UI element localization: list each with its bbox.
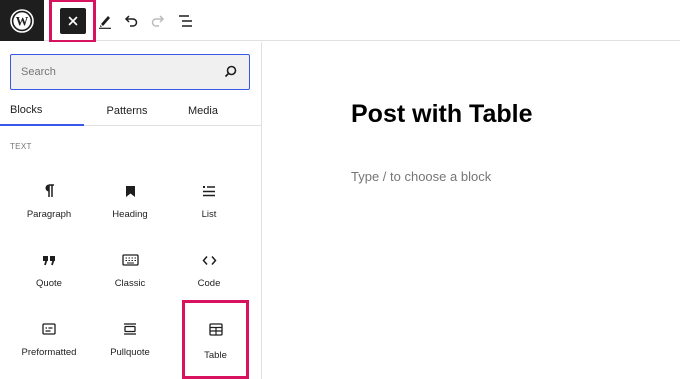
block-quote[interactable]: Quote [11, 241, 87, 301]
category-heading-text: TEXT [10, 142, 32, 151]
keyboard-icon [121, 254, 139, 266]
wordpress-logo-icon: W [10, 8, 34, 33]
editor-top-toolbar: W [0, 0, 680, 43]
undo-icon [124, 14, 138, 27]
search-box [10, 54, 250, 90]
editor-canvas: Post with Table Type / to choose a block [263, 42, 680, 379]
pencil-icon [99, 15, 111, 29]
block-label: Heading [112, 209, 148, 220]
close-inserter-button[interactable] [59, 8, 86, 34]
block-label: Classic [114, 278, 146, 289]
block-table[interactable]: Table [182, 300, 249, 379]
block-classic[interactable]: Classic [92, 241, 168, 301]
block-list[interactable]: List [171, 172, 247, 232]
svg-text:W: W [16, 14, 29, 28]
document-overview-button[interactable] [176, 0, 196, 41]
block-label: Table [204, 350, 227, 361]
block-inserter-panel: Blocks Patterns Media TEXT Paragraph Hea… [0, 42, 262, 379]
block-label: Preformatted [21, 347, 77, 358]
post-title[interactable]: Post with Table [351, 100, 533, 129]
block-pullquote[interactable]: Pullquote [92, 310, 168, 370]
block-label: Quote [36, 278, 62, 289]
block-label: Pullquote [110, 347, 150, 358]
pullquote-icon [124, 323, 136, 335]
wordpress-logo-button[interactable]: W [0, 0, 44, 41]
heading-icon [125, 185, 135, 197]
document-overview-icon [179, 14, 192, 27]
close-icon [68, 16, 77, 26]
tab-label: Media [188, 105, 218, 117]
list-icon [203, 186, 215, 197]
tab-label: Patterns [106, 105, 148, 117]
block-code[interactable]: Code [171, 241, 247, 301]
block-placeholder[interactable]: Type / to choose a block [351, 169, 491, 184]
code-icon [202, 255, 216, 265]
block-label: Code [197, 278, 221, 289]
redo-icon [151, 14, 165, 27]
undo-button[interactable] [122, 0, 140, 41]
block-label: List [201, 209, 217, 220]
tab-patterns[interactable]: Patterns [84, 96, 170, 126]
block-preformatted[interactable]: Preformatted [11, 310, 87, 370]
preformatted-icon [42, 323, 56, 335]
redo-button[interactable] [149, 0, 167, 41]
table-icon [208, 322, 223, 336]
tools-button[interactable] [96, 0, 114, 41]
search-input[interactable] [11, 55, 217, 88]
tab-blocks[interactable]: Blocks [0, 96, 84, 126]
block-label: Paragraph [26, 209, 72, 220]
inserter-tabs: Blocks Patterns Media [0, 96, 262, 126]
search-icon[interactable] [224, 65, 237, 78]
paragraph-icon [45, 184, 54, 197]
tab-media[interactable]: Media [170, 96, 236, 126]
block-heading[interactable]: Heading [92, 172, 168, 232]
block-paragraph[interactable]: Paragraph [11, 172, 87, 232]
tab-label: Blocks [10, 104, 43, 116]
quote-icon [43, 255, 55, 265]
close-highlight-frame [49, 0, 96, 43]
